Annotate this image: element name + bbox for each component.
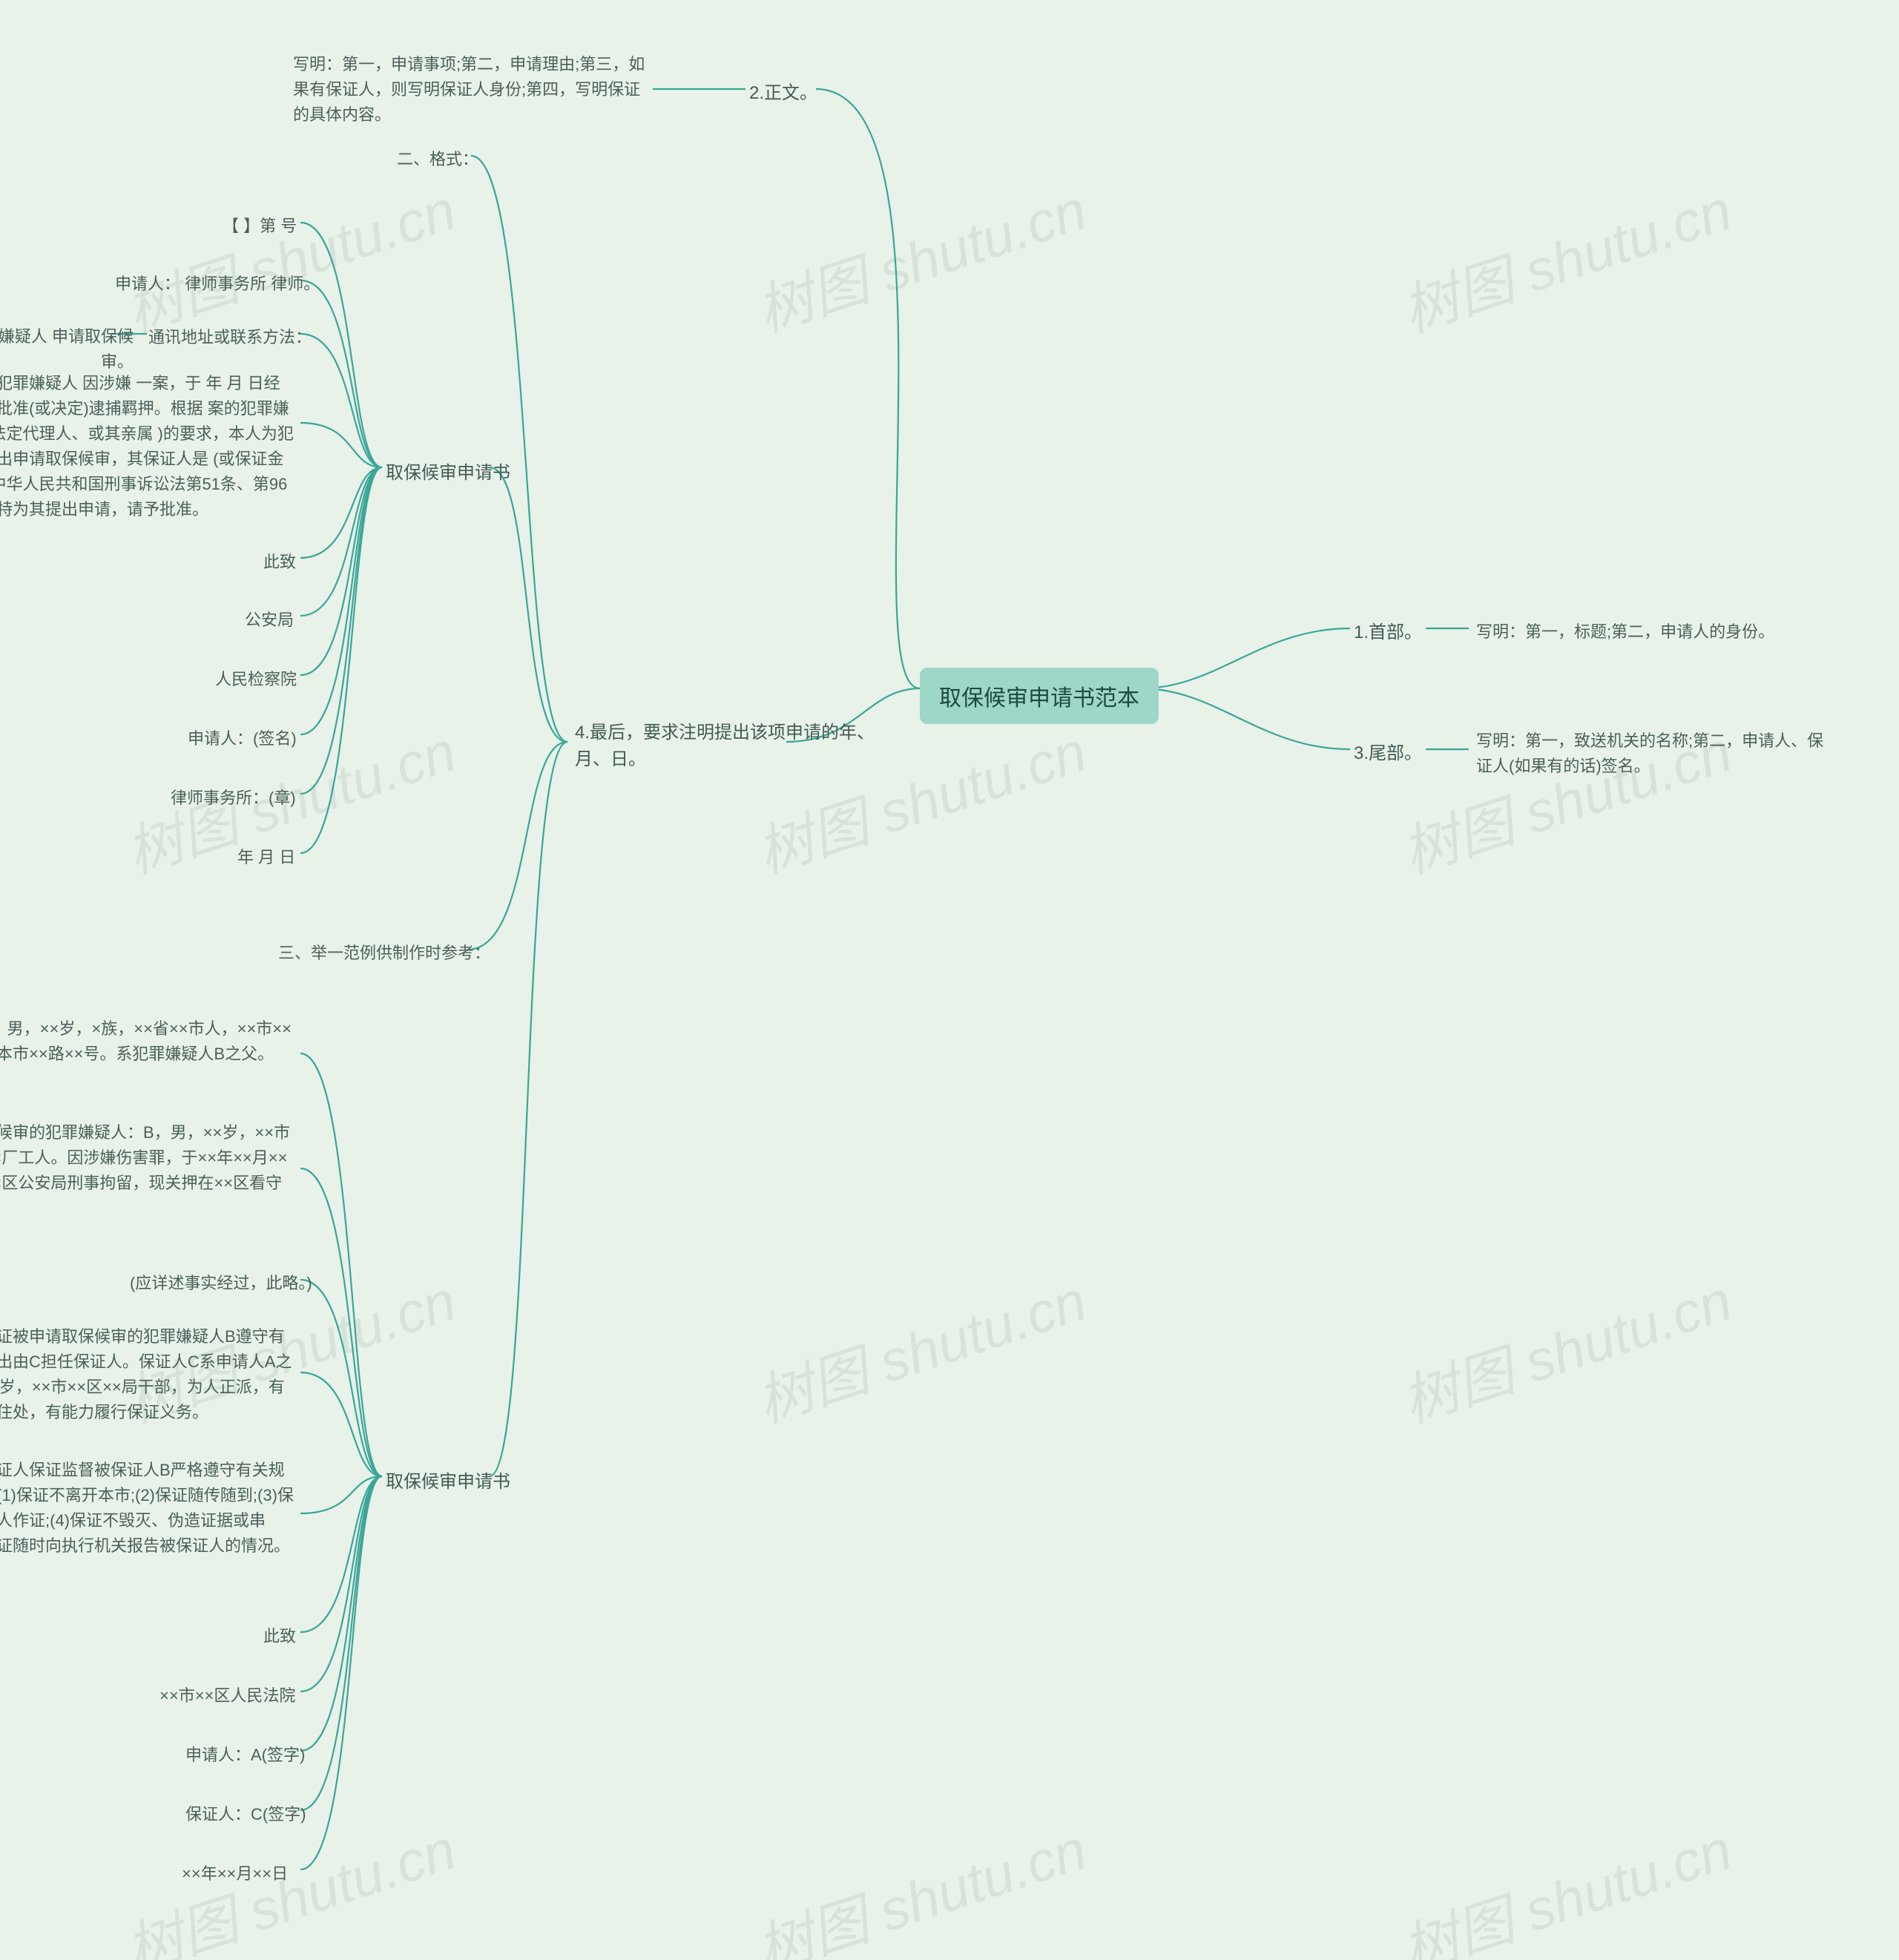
leaf-sqr: 申请人：A，男，××岁，×族，××省××市人，××市××厂工人，住本市××路××… (0, 1016, 297, 1067)
leaf-jiandu: 申请人和保证人保证监督被保证人B严格遵守有关规定，做到：(1)保证不离开本市;(… (0, 1458, 297, 1559)
leaf-cizhi2: 此致 (263, 1623, 296, 1647)
node-application2-title[interactable]: 取保候审申请书 (386, 1467, 510, 1493)
leaf-zhengwen-desc: 写明：第一，申请事项;第二，申请理由;第三，如果有保证人，则写明保证人身份;第四… (293, 52, 649, 128)
branch-weibu[interactable]: 3.尾部。 (1354, 738, 1422, 764)
branch-zhengwen[interactable]: 2.正文。 (749, 78, 817, 104)
leaf-gonganju: 公安局 (245, 607, 294, 631)
leaf-fanli-label[interactable]: 三、举一范例供制作时参考： (278, 940, 490, 964)
leaf-riqi2: ××年××月××日 (182, 1861, 288, 1884)
leaf-riqi: 年 月 日 (237, 844, 295, 868)
leaf-cizhi: 此致 (263, 549, 296, 573)
leaf-fayuan: ××市××区人民法院 (159, 1683, 295, 1706)
leaf-jianchayuan: 人民检察院 (215, 666, 297, 690)
branch-shoubu[interactable]: 1.首部。 (1354, 617, 1422, 643)
watermark: 树图 shutu.cn (1390, 1804, 1740, 1960)
watermark: 树图 shutu.cn (114, 1804, 464, 1960)
branch-zuihou[interactable]: 4.最后，要求注明提出该项申请的年、月、日。 (575, 720, 886, 773)
leaf-qz-c: 保证人：C(签字) (185, 1801, 306, 1825)
leaf-tongxun-detail: 申请事项：对犯罪嫌疑人 申请取保候审。 (0, 324, 134, 375)
watermark: 树图 shutu.cn (114, 165, 464, 348)
leaf-shoubu-desc: 写明：第一，标题;第二，申请人的身份。 (1476, 619, 1774, 642)
watermark: 树图 shutu.cn (745, 165, 1095, 348)
leaf-geshi-label[interactable]: 二、格式： (397, 146, 478, 170)
leaf-qz-a: 申请人：A(签字) (185, 1742, 305, 1766)
leaf-tongxun: 通讯地址或联系方法： (148, 324, 312, 348)
watermark: 树图 shutu.cn (745, 1255, 1095, 1438)
watermark: 树图 shutu.cn (745, 1804, 1095, 1960)
leaf-bsqr: 被申请取保候审的犯罪嫌疑人：B，男，××岁，××市人，××市××厂工人。因涉嫌伤… (0, 1120, 297, 1221)
leaf-qianming: 申请人：(签名) (188, 726, 297, 749)
leaf-shilue: (应详述事实经过，此略。) (130, 1270, 312, 1294)
leaf-zhang: 律师事务所：(章) (171, 785, 296, 809)
watermark: 树图 shutu.cn (1390, 1255, 1740, 1438)
leaf-weibu-desc: 写明：第一，致送机关的名称;第二，申请人、保证人(如果有的话)签名。 (1476, 729, 1825, 779)
leaf-liyou: 申请理由：犯罪嫌疑人 因涉嫌 一案，于 年 月 日经 人民检察院批准(或决定)逮… (0, 371, 297, 523)
node-application1-title[interactable]: 取保候审申请书 (386, 458, 510, 484)
leaf-baozhengren: 申请人为保证被申请取保候审的犯罪嫌疑人B遵守有关规定，提出由C担任保证人。保证人… (0, 1324, 297, 1425)
root-node[interactable]: 取保候审申请书范本 (920, 668, 1159, 724)
leaf-shenqingren: 申请人： 律师事务所 律师。 (115, 271, 320, 295)
leaf-dihao: 【 】第 号 (223, 213, 297, 237)
watermark: 树图 shutu.cn (1390, 165, 1740, 348)
